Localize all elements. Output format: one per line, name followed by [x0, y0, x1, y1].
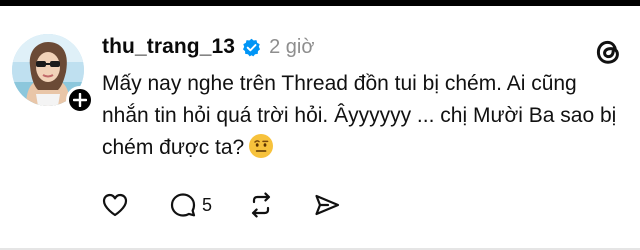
like-button[interactable] [100, 190, 130, 220]
avatar-container[interactable] [12, 34, 94, 116]
username-link[interactable]: thu_trang_13 [102, 35, 235, 59]
repost-button[interactable] [246, 190, 276, 220]
follow-button[interactable] [66, 86, 94, 114]
plus-icon [73, 93, 87, 107]
post-text: Mấy nay nghe trên Thread đồn tui bị chém… [102, 72, 617, 159]
heart-icon [102, 193, 128, 217]
comment-icon [170, 193, 196, 217]
repost-icon [251, 192, 271, 218]
verified-badge-icon [243, 38, 261, 56]
top-divider [0, 0, 640, 6]
post-timestamp: 2 giờ [269, 35, 315, 58]
reply-count: 5 [202, 194, 213, 215]
reply-button[interactable]: 5 [168, 190, 212, 220]
share-icon [315, 194, 340, 216]
post-actions: 5 [100, 188, 342, 222]
share-button[interactable] [312, 190, 342, 220]
post-header: thu_trang_13 2 giờ [102, 32, 314, 62]
threads-logo-icon[interactable] [590, 34, 626, 70]
face-with-raised-eyebrow-icon [249, 134, 274, 158]
post-body: Mấy nay nghe trên Thread đồn tui bị chém… [102, 68, 622, 164]
